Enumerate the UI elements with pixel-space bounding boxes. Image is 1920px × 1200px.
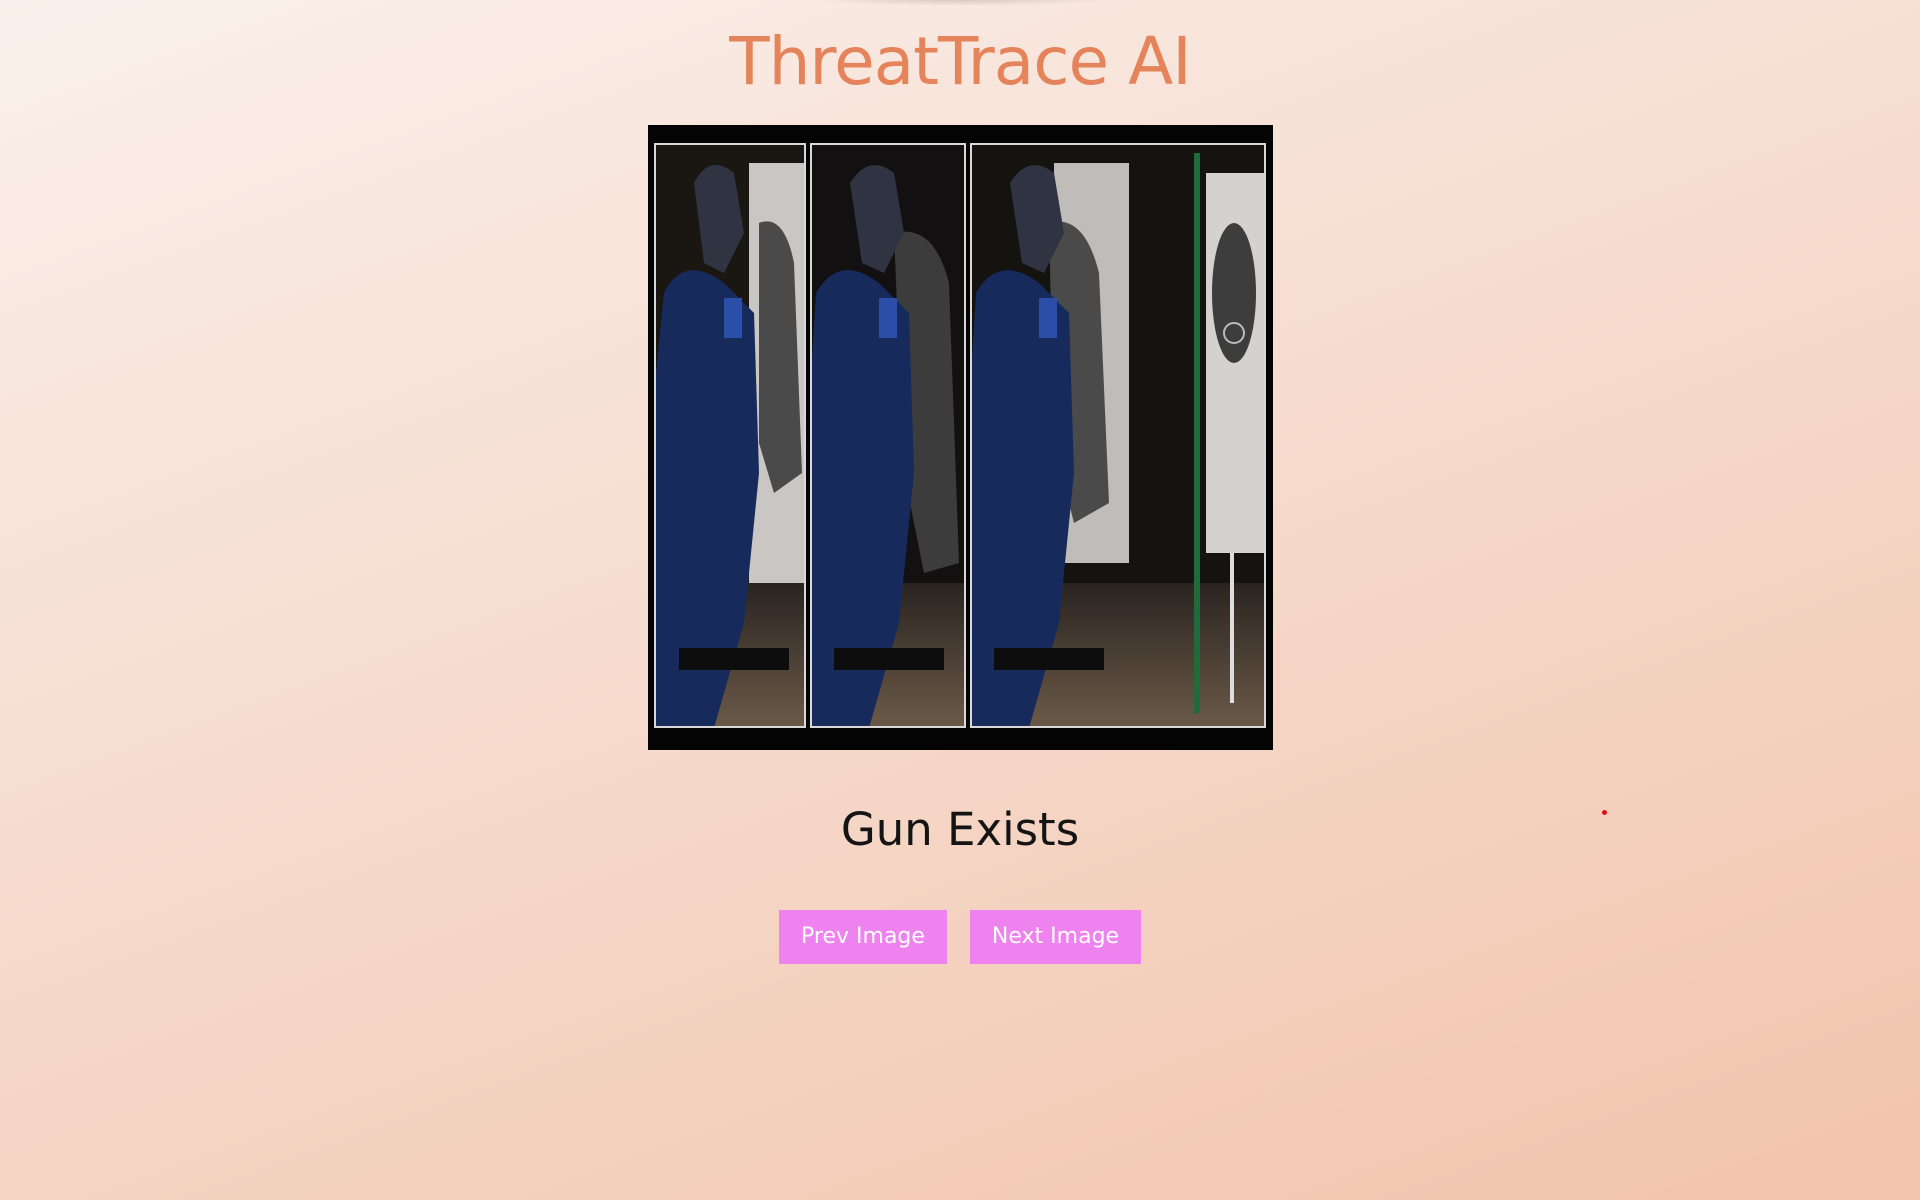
- next-image-button[interactable]: Next Image: [970, 910, 1141, 964]
- image-viewer: [648, 125, 1273, 750]
- app-title: ThreatTrace AI: [729, 23, 1191, 100]
- detection-image: [654, 143, 1266, 728]
- frame-2: [810, 143, 966, 728]
- detection-result-label: Gun Exists: [840, 803, 1080, 856]
- prev-image-button[interactable]: Prev Image: [779, 910, 947, 964]
- frame-3: [970, 143, 1266, 728]
- top-edge-shadow: [810, 0, 1110, 6]
- frame-1: [654, 143, 806, 728]
- red-dot-marker: [1602, 810, 1607, 815]
